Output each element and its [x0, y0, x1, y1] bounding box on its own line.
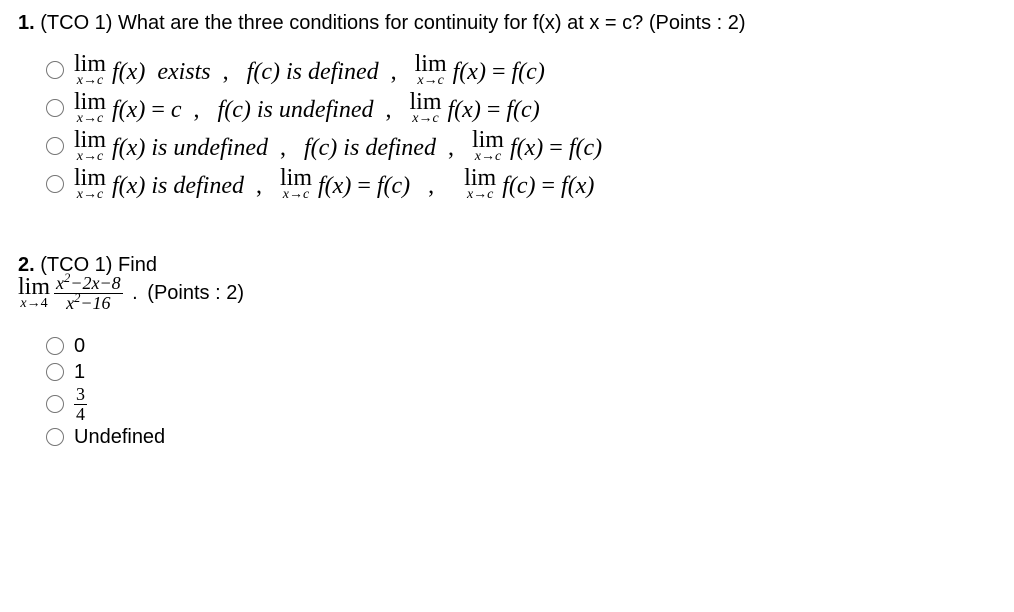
q2-option-d[interactable]: Undefined — [46, 424, 996, 450]
radio-input[interactable] — [46, 428, 64, 446]
q2-dot: . — [127, 280, 144, 306]
q2-option-b[interactable]: 1 — [46, 359, 996, 385]
question-2: 2. (TCO 1) Find limx→4 x2−2x−8 x2−16 . (… — [18, 252, 996, 450]
q1-option-c[interactable]: limx→c f(x) is undefined , f(c) is defin… — [46, 128, 996, 164]
q2-option-c[interactable]: 3 4 — [46, 385, 996, 424]
question-1: 1. (TCO 1) What are the three conditions… — [18, 10, 996, 202]
radio-input[interactable] — [46, 395, 64, 413]
option-math: limx→c f(x) = c , f(c) is undefined , li… — [74, 90, 540, 126]
radio-input[interactable] — [46, 99, 64, 117]
radio-input[interactable] — [46, 61, 64, 79]
option-label: Undefined — [74, 424, 165, 450]
q2-number: 2. — [18, 254, 35, 276]
option-math: limx→c f(x) is defined , limx→c f(x) = f… — [74, 166, 594, 202]
radio-input[interactable] — [46, 137, 64, 155]
option-math: limx→c f(x) is undefined , f(c) is defin… — [74, 128, 602, 164]
option-label: 0 — [74, 333, 85, 359]
q2-option-a[interactable]: 0 — [46, 333, 996, 359]
q1-tag: (TCO 1) — [40, 12, 112, 34]
q2-fraction: x2−2x−8 x2−16 — [54, 274, 123, 313]
option-fraction: 3 4 — [74, 385, 87, 424]
q1-number: 1. — [18, 12, 35, 34]
q1-points: (Points : 2) — [649, 12, 746, 34]
radio-input[interactable] — [46, 175, 64, 193]
option-label: 1 — [74, 359, 85, 385]
option-math: limx→c f(x) exists , f(c) is defined , l… — [74, 52, 545, 88]
q1-options: limx→c f(x) exists , f(c) is defined , l… — [18, 52, 996, 202]
q2-expression: limx→4 x2−2x−8 x2−16 . (Points : 2) — [18, 274, 996, 313]
q1-option-d[interactable]: limx→c f(x) is defined , limx→c f(x) = f… — [46, 166, 996, 202]
q1-option-b[interactable]: limx→c f(x) = c , f(c) is undefined , li… — [46, 90, 996, 126]
q2-find: Find — [118, 254, 157, 276]
radio-input[interactable] — [46, 363, 64, 381]
q1-prompt-text: What are the three conditions for contin… — [118, 12, 643, 34]
radio-input[interactable] — [46, 337, 64, 355]
q1-prompt: 1. (TCO 1) What are the three conditions… — [18, 10, 996, 36]
q2-options: 0 1 3 4 Undefined — [18, 333, 996, 450]
q1-option-a[interactable]: limx→c f(x) exists , f(c) is defined , l… — [46, 52, 996, 88]
q2-points: (Points : 2) — [147, 280, 244, 306]
